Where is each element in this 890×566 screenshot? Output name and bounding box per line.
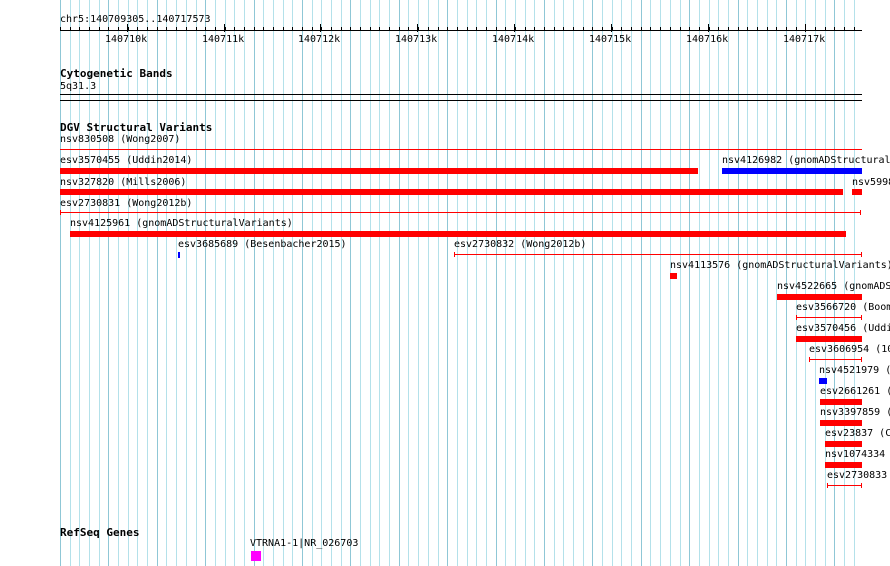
genome-browser-view: chr5:140709305..140717573 140710k 140711k…	[0, 0, 890, 566]
refseq-gene-glyph[interactable]	[251, 551, 261, 561]
refseq-track: RefSeq Genes VTRNA1-1|NR_026703	[0, 0, 890, 566]
refseq-gene-label[interactable]: VTRNA1-1|NR_026703	[250, 538, 358, 550]
refseq-track-title: RefSeq Genes	[60, 526, 140, 539]
